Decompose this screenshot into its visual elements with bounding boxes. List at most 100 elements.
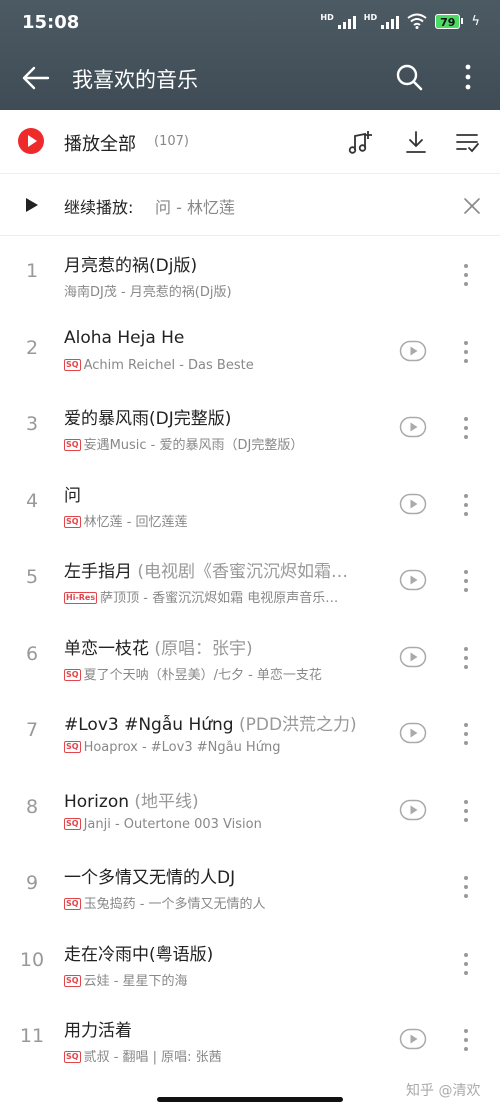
mv-play-icon[interactable] [399,722,427,744]
song-row[interactable]: 7 #Lov3 #Ngẫu Hứng (PDD洪荒之力) SQ Hoaprox - #… [0,697,500,773]
song-title-extra: (PDD洪荒之力) [238,715,357,735]
resume-track: 问 - 林忆莲 [155,198,235,217]
status-bar: 15:08 HD HD 79 ϟ [0,0,500,48]
quality-badge: SQ [64,898,81,910]
song-subtitle: 林忆莲 - 回忆莲莲 [83,514,188,530]
download-icon[interactable] [402,128,430,156]
page-title: 我喜欢的音乐 [72,68,198,92]
more-options-icon[interactable] [456,62,480,92]
song-title-line: 问 [64,481,388,506]
song-row[interactable]: 2 Aloha Heja He SQ Achim Reichel - Das Best… [0,315,500,391]
song-row[interactable]: 10 走在冷雨中(粤语版) SQ 云娃 - 星星下的海 [0,927,500,1003]
song-more-icon[interactable] [458,339,474,365]
mv-play-icon[interactable] [399,799,427,821]
mv-play-icon[interactable] [399,416,427,438]
song-title: #Lov3 #Ngẫu Hứng [64,715,234,735]
song-number: 9 [25,872,39,894]
song-title-line: Horizon (地平线) [64,787,388,812]
quality-badge: SQ [64,974,81,987]
wifi-icon [407,13,427,29]
song-number: 8 [25,795,39,818]
add-music-icon[interactable] [346,128,374,156]
resume-play-icon[interactable] [26,198,38,212]
song-row[interactable]: 8 Horizon (地平线) SQ Janji - Outertone 003 Vi… [0,774,500,850]
mv-play-icon[interactable] [399,646,427,668]
song-title-line: 左手指月 (电视剧《香蜜沉沉烬如霜… [64,557,388,582]
play-all-label[interactable]: 播放全部 [64,130,136,156]
song-subtitle-line: SQ 贰叔 - 翻唱 | 原唱: 张茜 [64,1046,394,1065]
song-number: 4 [25,489,39,512]
song-row[interactable]: 4 问 SQ 林忆莲 - 回忆莲莲 [0,468,500,544]
mv-play-icon[interactable] [399,340,427,362]
back-arrow-icon[interactable] [20,62,52,94]
song-title: 爱的暴风雨(DJ完整版) [64,409,232,429]
song-title-extra: (原唱：张宇) [154,638,253,659]
song-subtitle: 夏了个天呐（朴昱美）/七夕 - 单恋一支花 [83,667,322,683]
song-subtitle-line: SQ 妄遇Music - 爱的暴风雨（DJ完整版） [64,434,394,453]
song-more-icon[interactable] [458,262,474,288]
home-indicator [157,1097,343,1102]
close-icon[interactable] [462,196,482,216]
song-more-icon[interactable] [458,874,474,900]
song-more-icon[interactable] [458,721,474,747]
song-title: 用力活着 [64,1021,132,1041]
quality-badge: SQ [64,358,81,371]
song-row[interactable]: 3 爱的暴风雨(DJ完整版) SQ 妄遇Music - 爱的暴风雨（DJ完整版） [0,391,500,467]
song-number: 2 [25,336,39,359]
song-subtitle: Hoaprox - #Lov3 #Ngẫu Hứng [83,740,281,755]
mv-play-icon[interactable] [399,1028,427,1050]
mv-play-icon[interactable] [399,569,427,591]
quality-badge: SQ [64,741,81,753]
quality-badge: SQ [64,817,81,830]
song-row[interactable]: 9 一个多情又无情的人DJ SQ 玉兔捣药 - 一个多情又无情的人 [0,850,500,926]
song-title: Aloha Heja He [64,327,185,348]
song-subtitle-line: SQ Janji - Outertone 003 Vision [64,817,394,832]
song-more-icon[interactable] [458,415,474,441]
search-icon[interactable] [394,62,424,92]
song-title: 单恋一枝花 [64,638,149,659]
song-title-line: #Lov3 #Ngẫu Hứng (PDD洪荒之力) [64,710,388,735]
song-subtitle-line: SQ 林忆莲 - 回忆莲莲 [64,511,394,530]
song-row[interactable]: 6 单恋一枝花 (原唱：张宇) SQ 夏了个天呐（朴昱美）/七夕 - 单恋一支花 [0,621,500,697]
song-more-icon[interactable] [458,798,474,824]
song-subtitle-line: Hi-Res 萨顶顶 - 香蜜沉沉烬如霜 电视原声音乐… [64,587,394,606]
song-title: 左手指月 [64,562,132,582]
song-count: (107) [154,134,189,149]
song-title-line: Aloha Heja He [64,328,388,348]
song-subtitle: 妄遇Music - 爱的暴风雨（DJ完整版） [83,438,304,453]
mv-play-icon[interactable] [399,493,427,515]
play-all-bar: 播放全部 (107) [0,110,500,174]
resume-bar[interactable]: 继续播放: 问 - 林忆莲 [0,174,500,236]
song-number: 11 [19,1025,45,1047]
quality-badge: SQ [64,515,81,528]
song-row[interactable]: 11 用力活着 SQ 贰叔 - 翻唱 | 原唱: 张茜 [0,1003,500,1079]
song-more-icon[interactable] [458,492,474,518]
song-row[interactable]: 5 左手指月 (电视剧《香蜜沉沉烬如霜… Hi-Res 萨顶顶 - 香蜜沉沉烬如霜 电… [0,544,500,620]
song-title-line: 用力活着 [64,1016,388,1041]
song-title-line: 单恋一枝花 (原唱：张宇) [64,634,388,659]
charging-icon: ϟ [471,13,480,29]
song-title: 走在冷雨中(粤语版) [64,944,214,965]
song-number: 7 [25,719,39,741]
song-more-icon[interactable] [458,568,474,594]
battery-level: 79 [435,13,461,29]
multi-select-icon[interactable] [454,128,482,156]
song-row[interactable]: 1 月亮惹的祸(Dj版) 海南DJ茂 - 月亮惹的祸(Dj版) [0,238,500,314]
song-title-extra: (电视剧《香蜜沉沉烬如霜… [137,562,349,582]
song-number: 10 [19,948,45,971]
song-subtitle: Janji - Outertone 003 Vision [83,816,262,832]
song-more-icon[interactable] [458,1027,474,1053]
play-all-button[interactable] [18,128,44,154]
quality-badge: Hi-Res [64,592,98,604]
quality-badge: SQ [64,668,81,681]
song-subtitle: 贰叔 - 翻唱 | 原唱: 张茜 [83,1050,222,1065]
watermark: 知乎 @清欢 [406,1083,481,1099]
song-more-icon[interactable] [458,645,474,671]
song-subtitle: 萨顶顶 - 香蜜沉沉烬如霜 电视原声音乐… [100,591,339,606]
song-subtitle-line: 海南DJ茂 - 月亮惹的祸(Dj版) [64,281,394,300]
song-number: 1 [25,260,39,282]
song-subtitle: 云娃 - 星星下的海 [83,973,188,989]
song-more-icon[interactable] [458,951,474,977]
song-subtitle-line: SQ Achim Reichel - Das Beste [64,358,394,373]
quality-badge: SQ [64,1051,81,1063]
